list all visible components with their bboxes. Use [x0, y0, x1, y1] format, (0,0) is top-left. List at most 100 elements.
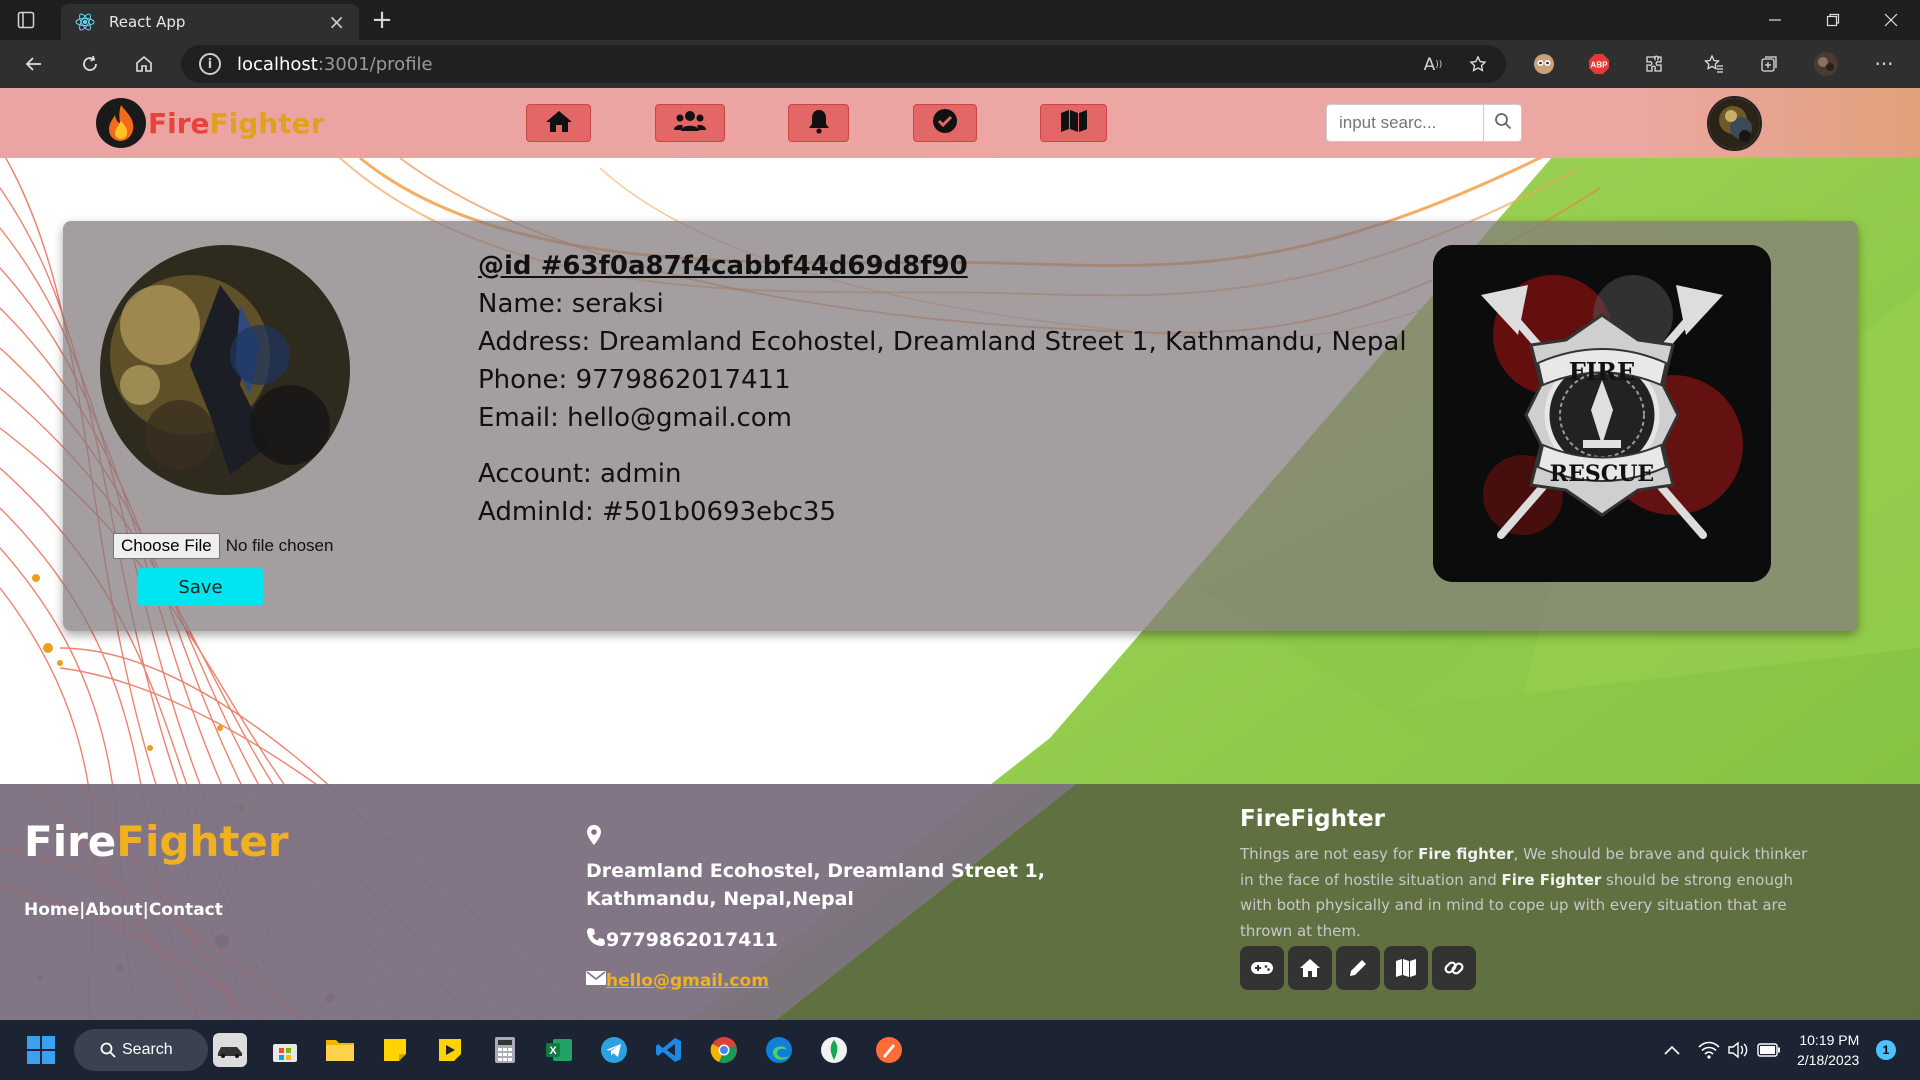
url-host: localhost: [237, 53, 318, 75]
battery-icon[interactable]: [1756, 1037, 1782, 1063]
footer-links: Home|About|Contact: [24, 900, 223, 920]
extensions-puzzle-icon[interactable]: [1641, 51, 1667, 77]
footer-about: FireFighter Things are not easy for Fire…: [1240, 806, 1810, 990]
envelope-icon: [586, 970, 606, 991]
more-menu-icon[interactable]: ···: [1870, 50, 1898, 78]
postman-icon[interactable]: [872, 1033, 906, 1067]
navbar: FireFighter: [0, 88, 1920, 158]
taskbar-search[interactable]: Search: [74, 1029, 208, 1071]
check-circle-icon: [932, 108, 958, 138]
footer-email[interactable]: hello@gmail.com: [606, 971, 769, 991]
clock-time: 10:19 PM: [1799, 1032, 1860, 1048]
fire-rescue-badge-image: FIRE RESCUE: [1433, 245, 1771, 582]
profile-picture: [100, 245, 350, 495]
address-bar[interactable]: i localhost:3001/profile: [181, 45, 1506, 83]
minimize-icon[interactable]: [1760, 8, 1790, 32]
save-button[interactable]: Save: [138, 568, 263, 606]
flame-logo-icon: [96, 98, 146, 148]
nav-users-button[interactable]: [655, 104, 725, 142]
show-hidden-icons-chevron-up-icon[interactable]: [1660, 1038, 1684, 1062]
svg-text:X: X: [549, 1045, 557, 1057]
svg-text:ABP: ABP: [1591, 61, 1609, 70]
clock-date: 2/18/2023: [1797, 1052, 1860, 1068]
home-page-icon[interactable]: [130, 50, 158, 78]
microsoft-store-icon[interactable]: [268, 1033, 302, 1067]
footer-address: Dreamland Ecohostel, Dreamland Street 1,…: [586, 860, 1045, 910]
search-button[interactable]: [1483, 105, 1521, 141]
pencil-icon[interactable]: [1336, 946, 1380, 990]
phone-icon: [586, 927, 606, 952]
adblock-plus-icon[interactable]: ABP: [1586, 51, 1612, 77]
back-icon[interactable]: [20, 50, 48, 78]
profile-admin-id: AdminId: #501b0693ebc35: [478, 497, 837, 527]
tab-title: React App: [109, 13, 186, 31]
nav-notifications-button[interactable]: [788, 104, 849, 142]
profile-address: Address: Dreamland Ecohostel, Dreamland …: [478, 327, 1407, 357]
footer-social-icons: [1240, 946, 1810, 990]
site-info-icon[interactable]: i: [199, 53, 221, 75]
vscode-icon[interactable]: [652, 1033, 686, 1067]
nav-home-button[interactable]: [526, 104, 591, 142]
mongodb-compass-icon[interactable]: [817, 1033, 851, 1067]
footer-contact: Dreamland Ecohostel, Dreamland Street 1,…: [586, 824, 1146, 991]
media-player-icon[interactable]: [433, 1033, 467, 1067]
map-icon[interactable]: [1384, 946, 1428, 990]
file-upload-row: Choose File No file chosen: [113, 533, 333, 559]
nav-map-button[interactable]: [1040, 104, 1107, 142]
edge-icon[interactable]: [762, 1033, 796, 1067]
bell-icon: [807, 108, 831, 138]
search-icon: [1494, 112, 1512, 134]
search-input[interactable]: [1327, 105, 1483, 141]
home-icon[interactable]: [1288, 946, 1332, 990]
footer-link-contact[interactable]: Contact: [149, 900, 223, 920]
refresh-icon[interactable]: [76, 50, 104, 78]
footer-phone-row: 9779862017411: [586, 927, 1146, 952]
gamepad-icon[interactable]: [1240, 946, 1284, 990]
read-aloud-icon[interactable]: A)): [1420, 52, 1446, 78]
taskbar-clock[interactable]: 10:19 PM 2/18/2023: [1797, 1030, 1859, 1070]
choose-file-button[interactable]: Choose File: [113, 533, 220, 559]
brand-logo[interactable]: FireFighter: [96, 98, 324, 148]
calculator-icon[interactable]: [488, 1033, 522, 1067]
footer-link-home[interactable]: Home: [24, 900, 79, 920]
footer-about-title: FireFighter: [1240, 806, 1385, 832]
sticky-notes-icon[interactable]: [378, 1033, 412, 1067]
profile-phone: Phone: 9779862017411: [478, 365, 791, 395]
profile-card: Choose File No file chosen Save @id #63f…: [63, 221, 1858, 631]
web-page: FireFighter input searc... Choose File N…: [0, 88, 1920, 1020]
nav-tasks-button[interactable]: [913, 104, 977, 142]
taskbar-search-label: Search: [122, 1041, 173, 1058]
car-widget-icon[interactable]: [213, 1033, 247, 1067]
file-explorer-icon[interactable]: [323, 1033, 357, 1067]
chrome-icon[interactable]: [707, 1033, 741, 1067]
tab-actions-icon[interactable]: [14, 8, 38, 32]
collections-icon[interactable]: [1756, 51, 1782, 77]
profile-id-link[interactable]: @id #63f0a87f4cabbf44d69d8f90: [478, 247, 1407, 285]
profile-details: @id #63f0a87f4cabbf44d69d8f90 Name: sera…: [478, 247, 1407, 531]
restore-icon[interactable]: [1818, 8, 1848, 32]
footer-link-about[interactable]: About: [85, 900, 142, 920]
favorite-add-icon[interactable]: [1466, 52, 1492, 78]
map-pin-icon: [586, 825, 602, 851]
footer-brand: FireFighter: [24, 817, 289, 866]
telegram-icon[interactable]: [597, 1033, 631, 1067]
link-icon[interactable]: [1432, 946, 1476, 990]
wifi-icon[interactable]: [1696, 1037, 1722, 1063]
notification-badge[interactable]: 1: [1876, 1040, 1896, 1060]
profile-email: Email: hello@gmail.com: [478, 403, 792, 433]
users-icon: [673, 109, 707, 137]
brand-name: FireFighter: [148, 106, 325, 140]
user-avatar[interactable]: [1707, 96, 1762, 151]
favorites-icon[interactable]: [1701, 51, 1727, 77]
extension-eyes-icon[interactable]: [1531, 51, 1557, 77]
close-window-icon[interactable]: [1876, 8, 1906, 32]
tab-close-icon[interactable]: ×: [328, 10, 345, 34]
footer-about-text: Things are not easy for Fire fighter, We…: [1240, 845, 1808, 940]
windows-start-icon[interactable]: [24, 1033, 58, 1067]
excel-icon[interactable]: X: [542, 1033, 576, 1067]
new-tab-icon[interactable]: +: [368, 5, 396, 35]
browser-tab[interactable]: React App ×: [61, 4, 359, 40]
profile-avatar-icon[interactable]: [1812, 50, 1840, 78]
volume-icon[interactable]: [1726, 1037, 1752, 1063]
react-logo-icon: [75, 12, 95, 32]
